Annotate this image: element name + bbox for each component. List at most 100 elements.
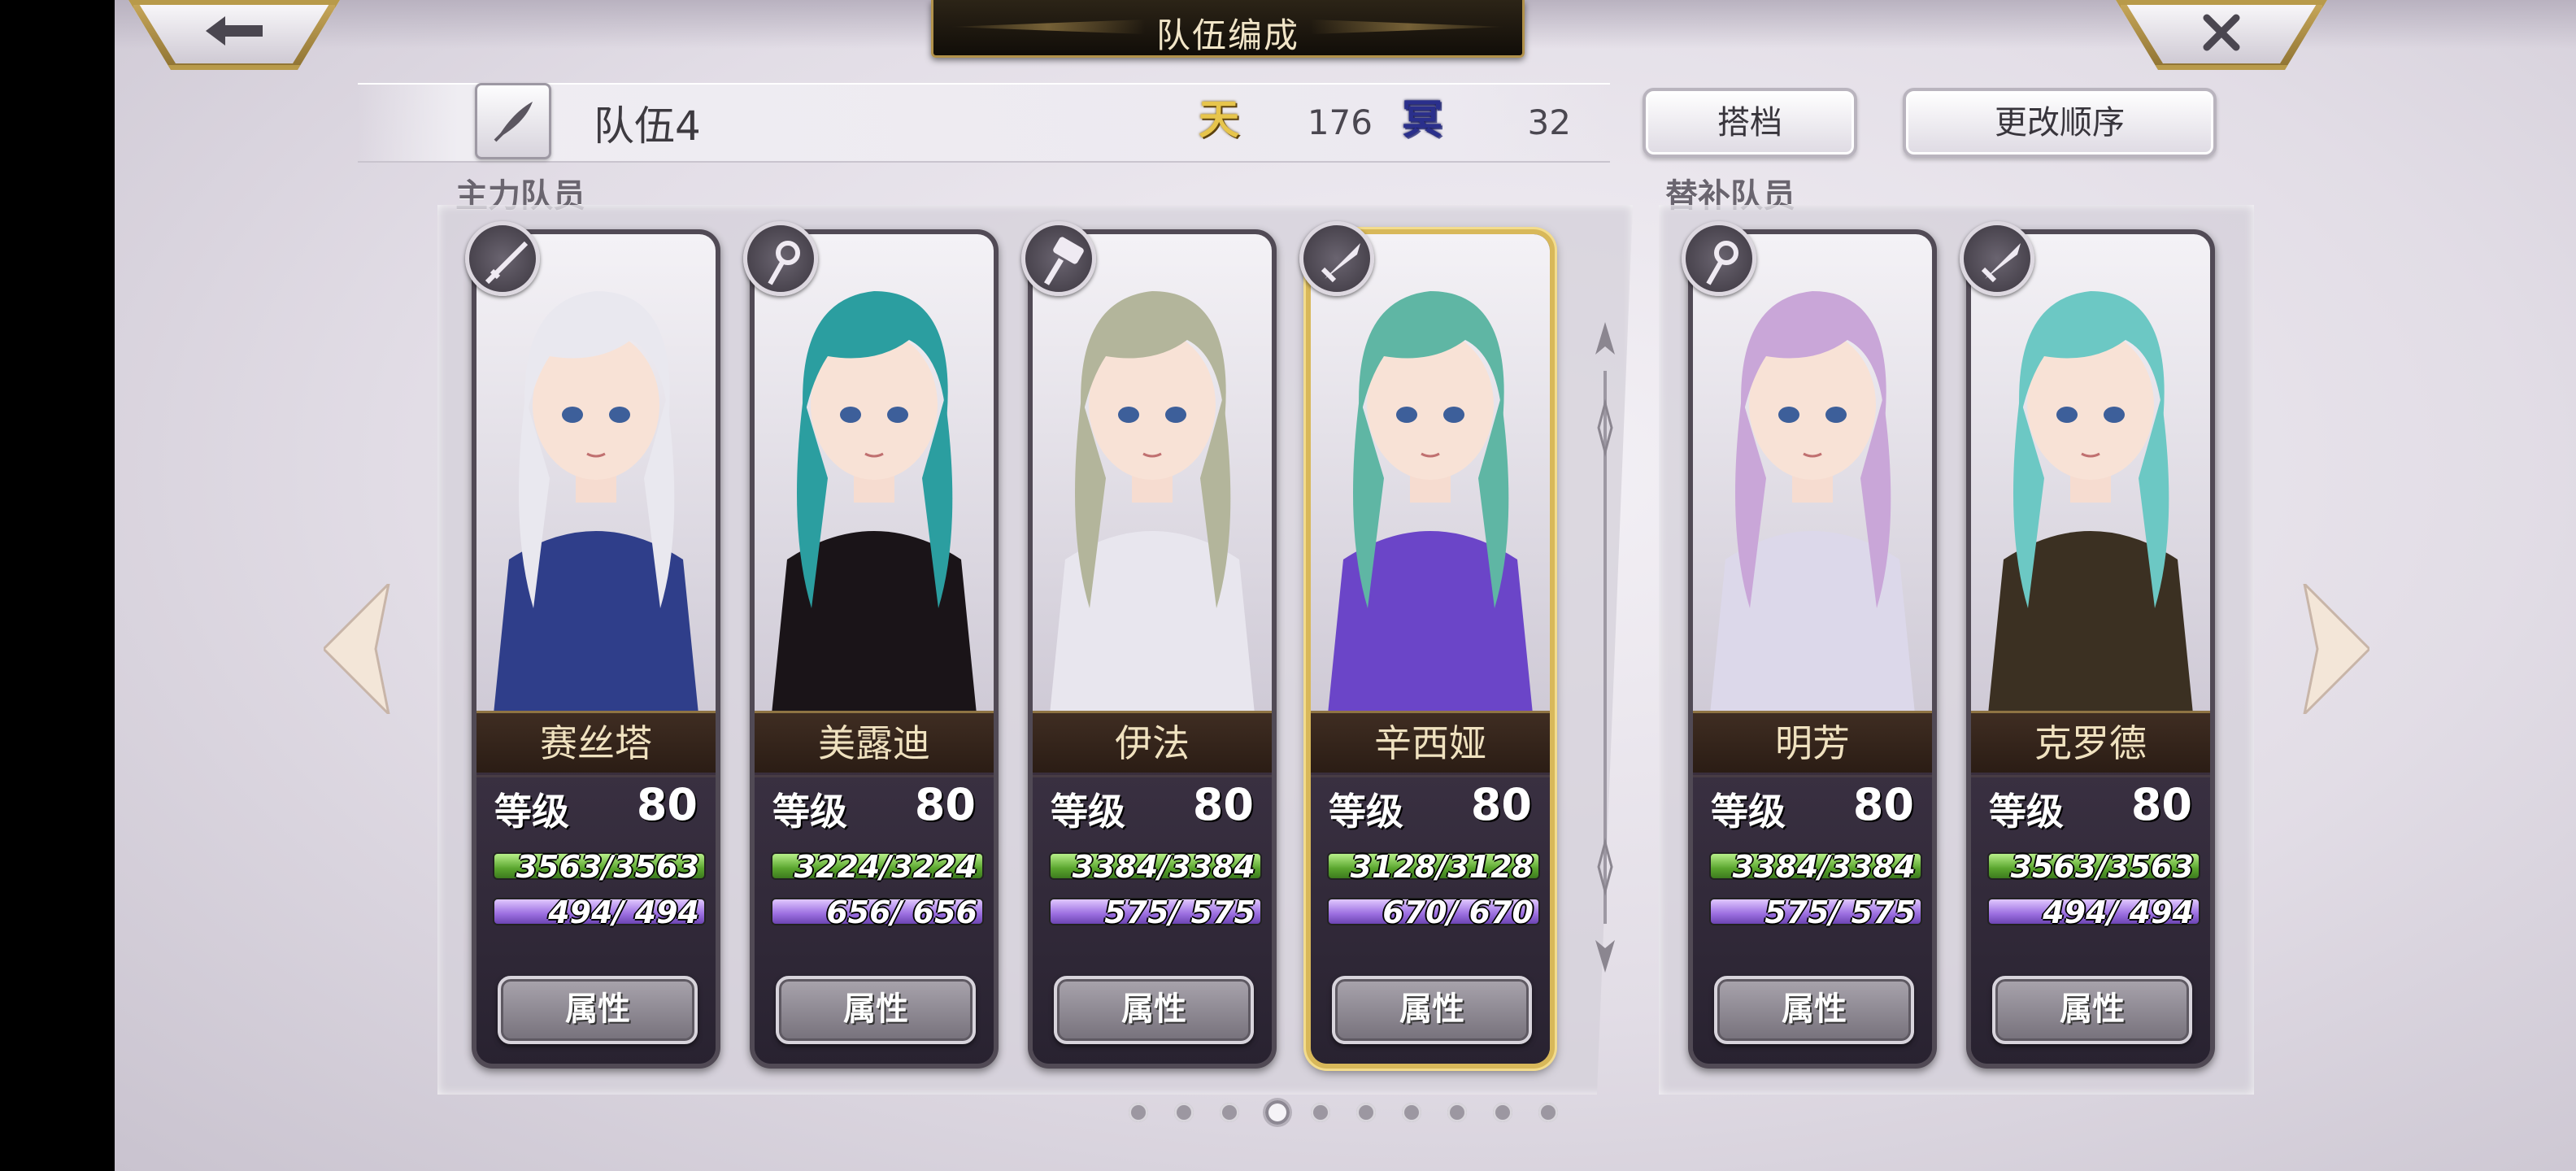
page-dot[interactable] <box>1538 1103 1558 1122</box>
mp-bar: 494/ 494 <box>1987 895 2200 930</box>
reorder-button[interactable]: 更改顺序 <box>1903 88 2217 158</box>
member-card[interactable]: 美露迪 等级 80 3224/3224 656/ 656 属性 <box>750 229 999 1069</box>
level-label: 等级 <box>1711 790 1786 834</box>
character-stats: 等级 80 3384/3384 575/ 575 属性 <box>1693 773 1932 1064</box>
katana-icon <box>485 241 529 285</box>
next-team-arrow[interactable] <box>2296 584 2369 714</box>
character-portrait <box>755 234 994 714</box>
member-card[interactable]: 赛丝塔 等级 80 3563/3563 494/ 494 属性 <box>472 229 720 1069</box>
level-value: 80 <box>636 779 698 830</box>
hp-value: 3384/3384 <box>1072 849 1255 885</box>
weapon-type-badge <box>1682 221 1756 296</box>
page-dot[interactable] <box>1265 1100 1290 1125</box>
page-dot[interactable] <box>1356 1103 1376 1122</box>
heaven-attribute-icon: 天 <box>1199 95 1239 143</box>
level-label: 等级 <box>1051 790 1125 834</box>
character-name: 克罗德 <box>1971 711 2210 777</box>
mp-value: 670/ 670 <box>1382 895 1534 930</box>
weapon-type-badge <box>1021 221 1096 296</box>
attributes-button[interactable]: 属性 <box>1054 976 1254 1044</box>
edit-team-name-button[interactable] <box>475 83 551 159</box>
member-card[interactable]: 明芳 等级 80 3384/3384 575/ 575 属性 <box>1688 229 1937 1069</box>
attributes-button[interactable]: 属性 <box>498 976 698 1044</box>
title-banner: 队伍编成 <box>931 0 1525 58</box>
staff-icon <box>1706 241 1738 285</box>
hp-bar: 3384/3384 <box>1709 849 1922 885</box>
underworld-attribute-icon: 冥 <box>1402 95 1442 143</box>
character-portrait <box>476 234 716 714</box>
level-value: 80 <box>1192 779 1254 830</box>
page-dot[interactable] <box>1129 1103 1148 1122</box>
level-value: 80 <box>2130 779 2192 830</box>
arrow-left-icon <box>206 16 263 46</box>
hp-bar: 3384/3384 <box>1049 849 1262 885</box>
divider-ornament <box>1595 322 1615 973</box>
weapon-type-badge <box>465 221 540 296</box>
mp-bar: 575/ 575 <box>1709 895 1922 930</box>
hp-bar: 3563/3563 <box>493 849 706 885</box>
hp-value: 3563/3563 <box>516 849 699 885</box>
attributes-button[interactable]: 属性 <box>1332 976 1532 1044</box>
level-value: 80 <box>1470 779 1532 830</box>
member-card[interactable]: 辛西娅 等级 80 3128/3128 670/ 670 属性 <box>1306 229 1555 1069</box>
level-value: 80 <box>1852 779 1914 830</box>
partner-button[interactable]: 搭档 <box>1643 88 1857 158</box>
level-label: 等级 <box>1329 790 1403 834</box>
mp-value: 575/ 575 <box>1104 895 1255 930</box>
heaven-value: 176 <box>1307 102 1373 142</box>
level-label: 等级 <box>1989 790 2064 834</box>
page-dot[interactable] <box>1220 1103 1239 1122</box>
page-dot[interactable] <box>1493 1103 1512 1122</box>
character-stats: 等级 80 3384/3384 575/ 575 属性 <box>1033 773 1272 1064</box>
sword-icon <box>1321 243 1360 283</box>
attributes-button[interactable]: 属性 <box>1992 976 2192 1044</box>
hp-bar: 3224/3224 <box>771 849 984 885</box>
member-card[interactable]: 伊法 等级 80 3384/3384 575/ 575 属性 <box>1028 229 1277 1069</box>
page-dot[interactable] <box>1174 1103 1194 1122</box>
member-card[interactable]: 克罗德 等级 80 3563/3563 494/ 494 属性 <box>1966 229 2215 1069</box>
level-label: 等级 <box>772 790 847 834</box>
hammer-icon <box>1043 237 1084 285</box>
underworld-value: 32 <box>1527 102 1571 142</box>
character-stats: 等级 80 3224/3224 656/ 656 属性 <box>755 773 994 1064</box>
character-name: 赛丝塔 <box>476 711 716 777</box>
weapon-type-badge <box>743 221 818 296</box>
attributes-button[interactable]: 属性 <box>776 976 976 1044</box>
hp-bar: 3128/3128 <box>1327 849 1540 885</box>
level-label: 等级 <box>494 790 569 834</box>
mp-value: 494/ 494 <box>2043 895 2194 930</box>
character-name: 美露迪 <box>755 711 994 777</box>
character-stats: 等级 80 3563/3563 494/ 494 属性 <box>476 773 716 1064</box>
mp-bar: 575/ 575 <box>1049 895 1262 930</box>
hp-bar: 3563/3563 <box>1987 849 2200 885</box>
mp-bar: 656/ 656 <box>771 895 984 930</box>
team-name: 队伍4 <box>594 102 701 150</box>
sword-icon <box>1981 243 2021 283</box>
character-portrait <box>1693 234 1932 714</box>
character-name: 明芳 <box>1693 711 1932 777</box>
mp-value: 575/ 575 <box>1764 895 1916 930</box>
character-portrait <box>1311 234 1550 714</box>
attributes-button[interactable]: 属性 <box>1714 976 1914 1044</box>
mp-bar: 670/ 670 <box>1327 895 1540 930</box>
character-name: 伊法 <box>1033 711 1272 777</box>
close-icon <box>2203 14 2240 51</box>
previous-team-arrow[interactable] <box>324 584 397 714</box>
staff-icon <box>768 241 800 285</box>
page-dot[interactable] <box>1447 1103 1467 1122</box>
mp-bar: 494/ 494 <box>493 895 706 930</box>
character-portrait <box>1971 234 2210 714</box>
page-title: 队伍编成 <box>1155 15 1299 55</box>
hp-value: 3128/3128 <box>1350 849 1534 885</box>
mp-value: 494/ 494 <box>548 895 699 930</box>
character-stats: 等级 80 3563/3563 494/ 494 属性 <box>1971 773 2210 1064</box>
hp-value: 3384/3384 <box>1732 849 1916 885</box>
hp-value: 3563/3563 <box>2010 849 2194 885</box>
weapon-type-badge <box>1960 221 2034 296</box>
quill-pen-icon <box>494 102 533 142</box>
level-value: 80 <box>914 779 976 830</box>
character-name: 辛西娅 <box>1311 711 1550 777</box>
page-dot[interactable] <box>1402 1103 1421 1122</box>
hp-value: 3224/3224 <box>794 849 977 885</box>
page-dot[interactable] <box>1311 1103 1330 1122</box>
